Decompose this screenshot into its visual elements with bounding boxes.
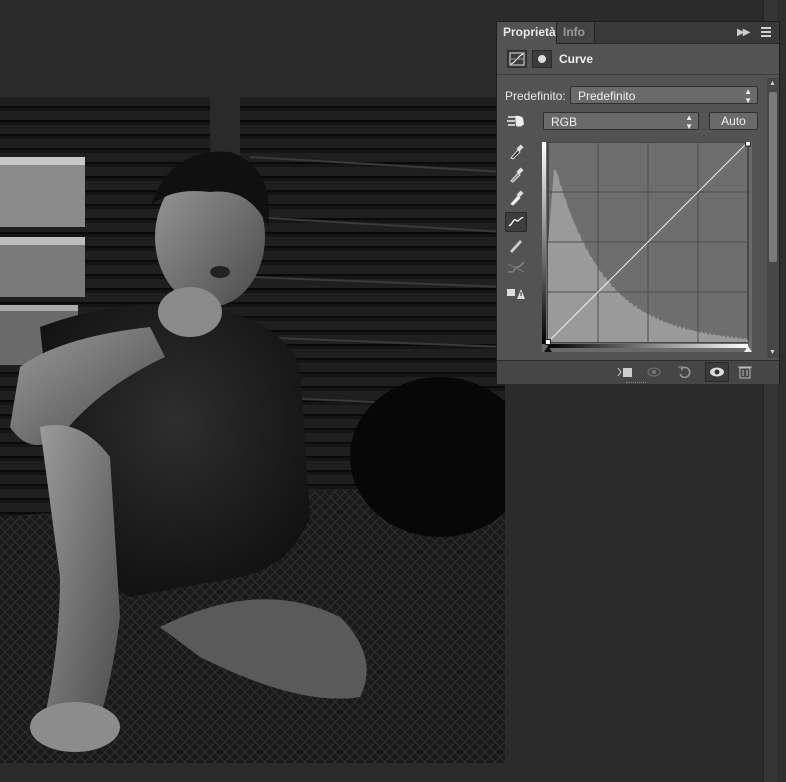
- panel-bottom-bar: [497, 360, 779, 384]
- properties-panel: Proprietà Info ▶▶ Curve Predefinito: Pre…: [496, 21, 780, 384]
- pencil-draw-icon[interactable]: [505, 235, 527, 255]
- adjustment-layer-icon[interactable]: [507, 50, 527, 68]
- on-image-adjust-icon[interactable]: [506, 113, 526, 129]
- smooth-curve-icon[interactable]: [505, 258, 527, 278]
- tab-info[interactable]: Info: [557, 22, 595, 43]
- input-gradient-bar: [548, 344, 748, 348]
- scroll-up-icon[interactable]: ▲: [769, 80, 776, 87]
- clipping-warning-icon[interactable]: [505, 283, 527, 303]
- output-gradient-bar: [542, 142, 546, 344]
- view-previous-state-icon[interactable]: [647, 365, 663, 379]
- panel-tabbar: Proprietà Info ▶▶: [497, 22, 779, 44]
- photo-image: [0, 97, 505, 763]
- preset-label: Predefinito:: [505, 89, 566, 103]
- gray-point-eyedropper-icon[interactable]: [505, 165, 527, 185]
- visibility-eye-icon: [710, 367, 724, 377]
- preset-value: Predefinito: [578, 89, 636, 103]
- scroll-down-icon[interactable]: ▼: [769, 349, 776, 356]
- channel-value: RGB: [551, 115, 578, 129]
- reset-icon[interactable]: [677, 365, 693, 379]
- panel-scroll-thumb[interactable]: [769, 92, 777, 262]
- auto-button[interactable]: Auto: [709, 112, 758, 130]
- curve-graph[interactable]: [542, 142, 752, 352]
- select-arrows-icon: ▲ ▼: [685, 113, 693, 131]
- curve-point-white[interactable]: [745, 142, 751, 147]
- collapse-icon[interactable]: ▶▶: [737, 27, 750, 38]
- tab-properties[interactable]: Proprietà: [497, 22, 557, 44]
- channel-select[interactable]: RGB ▲ ▼: [543, 112, 699, 131]
- black-point-eyedropper-icon[interactable]: [505, 142, 527, 162]
- document-canvas[interactable]: [0, 97, 505, 763]
- curve-points-icon[interactable]: [505, 212, 527, 232]
- panel-title: Curve: [559, 52, 594, 66]
- white-point-eyedropper-icon[interactable]: [505, 188, 527, 208]
- preset-select[interactable]: Predefinito ▲ ▼: [570, 86, 758, 105]
- panel-header: Curve: [497, 44, 779, 75]
- delete-trash-icon[interactable]: [737, 365, 753, 379]
- panel-scrollbar[interactable]: ▲ ▼: [767, 78, 779, 358]
- visibility-toggle[interactable]: [705, 362, 729, 382]
- curve-point-black[interactable]: [545, 339, 551, 345]
- panel-menu-icon[interactable]: [761, 25, 771, 39]
- layer-mask-icon[interactable]: [532, 50, 552, 68]
- select-arrows-icon: ▲ ▼: [744, 87, 752, 105]
- clip-to-layer-icon[interactable]: [617, 365, 633, 379]
- panel-resize-grip[interactable]: [626, 382, 646, 385]
